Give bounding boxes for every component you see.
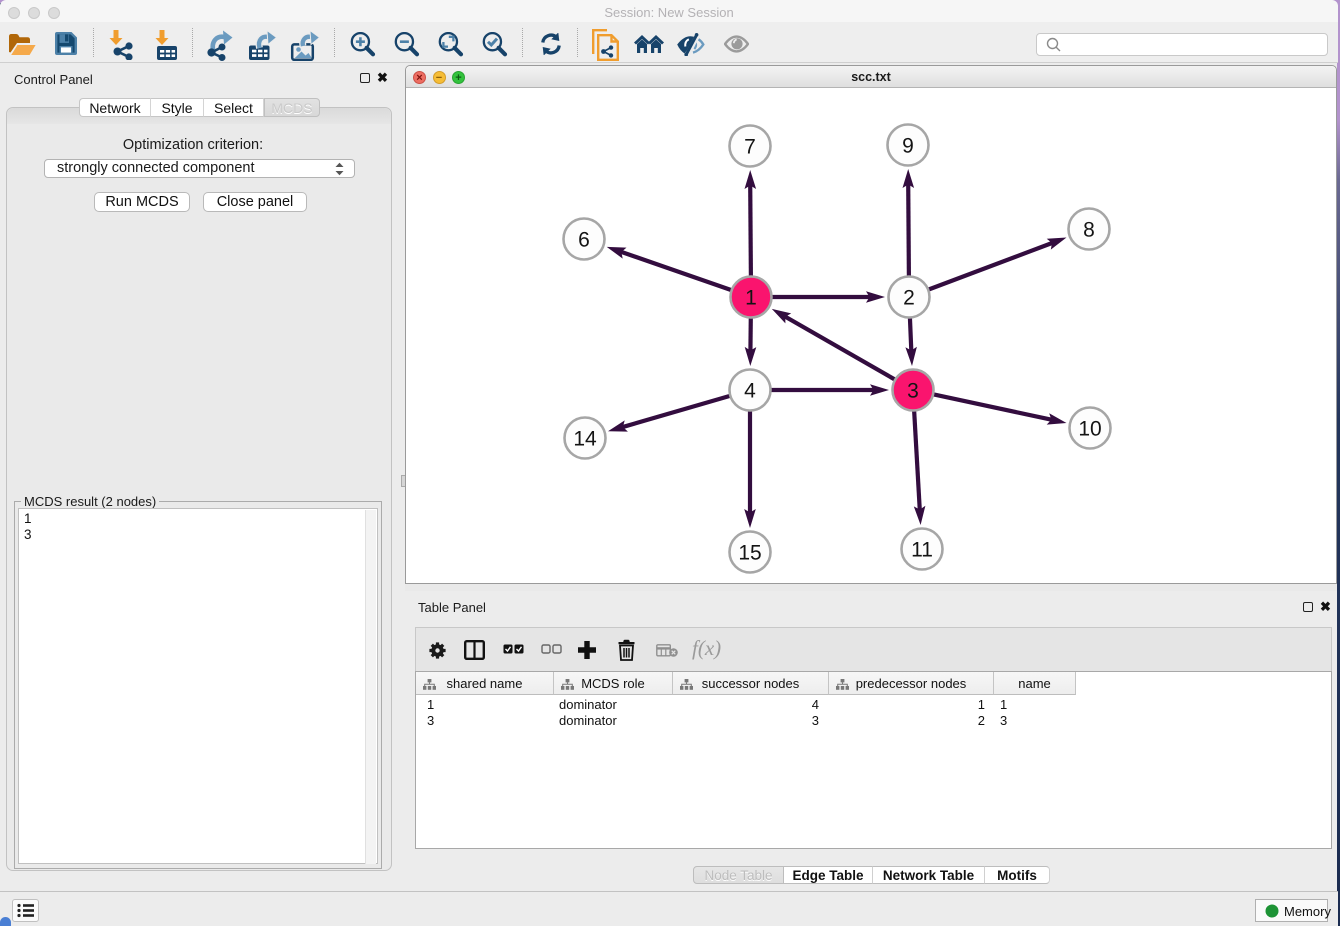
svg-text:9: 9 xyxy=(902,135,914,158)
svg-text:3: 3 xyxy=(907,380,919,403)
svg-text:11: 11 xyxy=(911,539,933,562)
svg-text:4: 4 xyxy=(744,380,756,403)
svg-text:6: 6 xyxy=(578,229,590,252)
svg-text:1: 1 xyxy=(745,287,757,310)
svg-text:8: 8 xyxy=(1083,219,1095,242)
svg-text:15: 15 xyxy=(738,542,761,565)
svg-text:14: 14 xyxy=(573,428,597,451)
svg-text:10: 10 xyxy=(1078,418,1101,441)
svg-text:7: 7 xyxy=(744,136,756,159)
svg-text:2: 2 xyxy=(903,287,915,310)
